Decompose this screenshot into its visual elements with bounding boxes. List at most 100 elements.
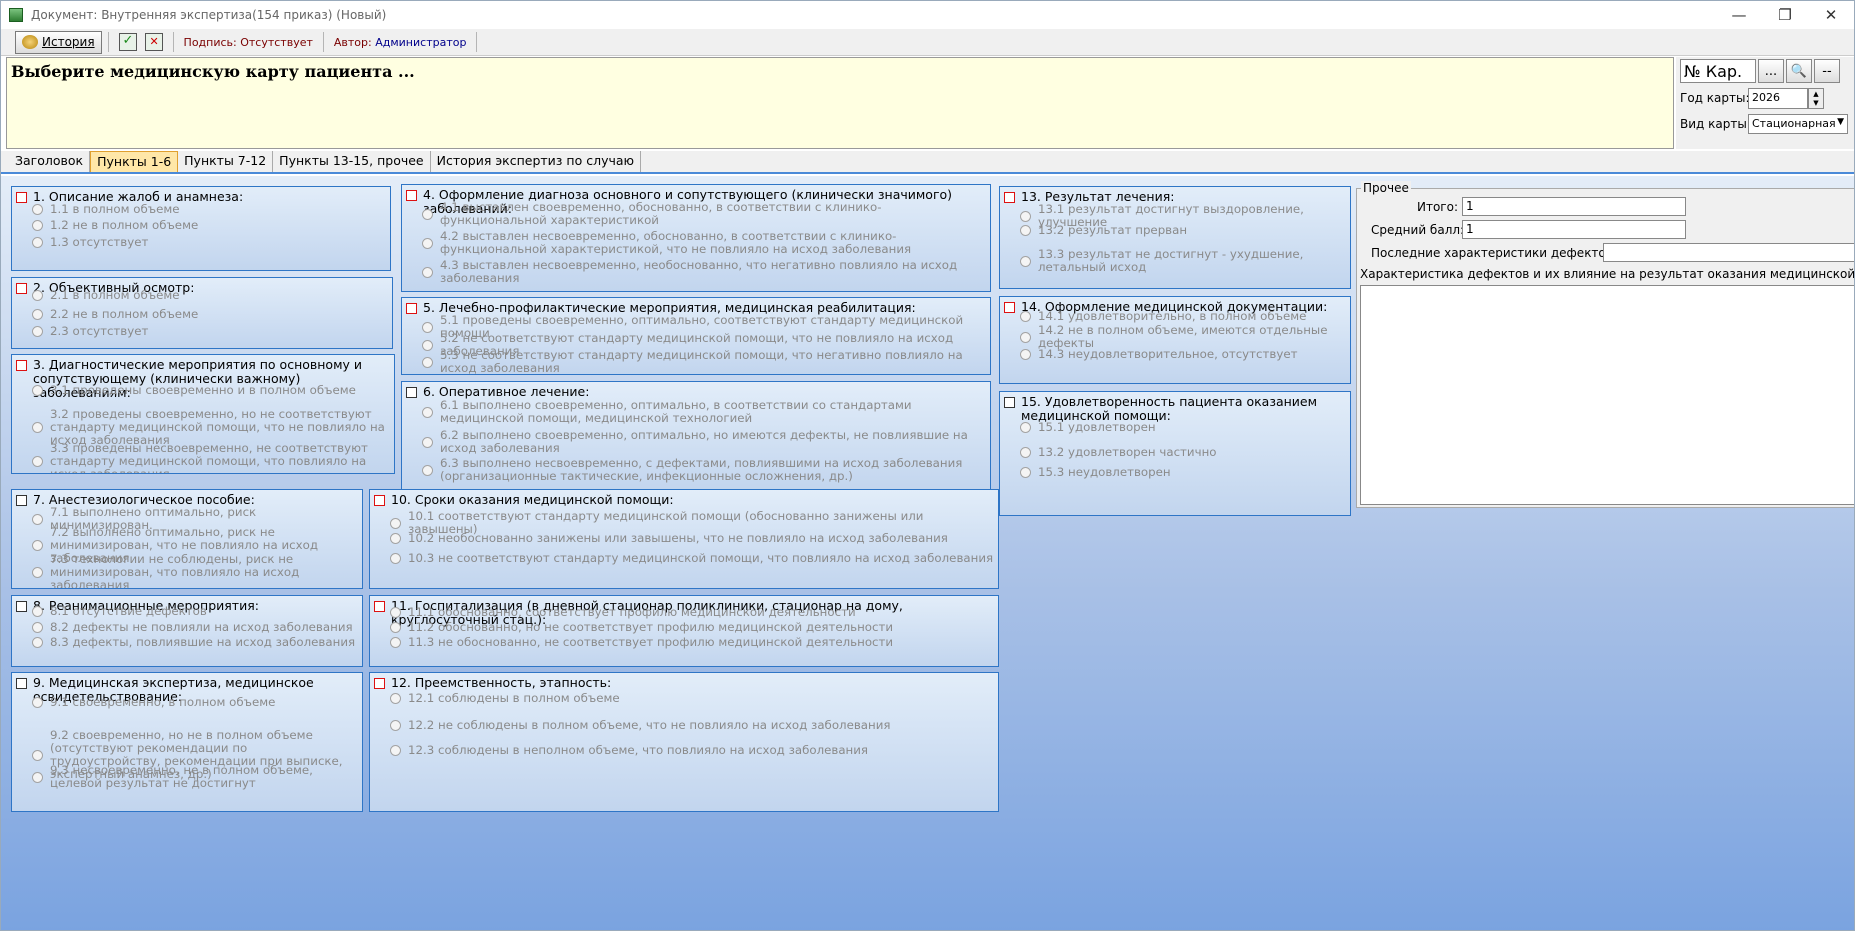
radio-button[interactable] xyxy=(32,622,43,633)
radio-button[interactable] xyxy=(32,456,43,467)
option-13-3[interactable]: 13.3 результат не достигнут - ухудшение,… xyxy=(1020,248,1346,274)
radio-button[interactable] xyxy=(390,637,401,648)
sign-document-icon[interactable] xyxy=(118,33,137,51)
criterion-title[interactable]: 12. Преемственность, этапность: xyxy=(374,676,994,690)
option-2-1[interactable]: 2.1 в полном объеме xyxy=(32,289,388,302)
radio-button[interactable] xyxy=(390,745,401,756)
radio-button[interactable] xyxy=(390,533,401,544)
option-9-1[interactable]: 9.1 своевременно, в полном объеме xyxy=(32,696,358,709)
radio-button[interactable] xyxy=(390,693,401,704)
spin-down-icon[interactable]: ▼ xyxy=(1813,99,1818,107)
last-defects-input[interactable] xyxy=(1603,243,1854,262)
criterion-checkbox[interactable] xyxy=(1004,302,1015,313)
total-input[interactable]: 1 xyxy=(1462,197,1686,216)
criterion-title[interactable]: 10. Сроки оказания медицинской помощи: xyxy=(374,493,994,507)
radio-button[interactable] xyxy=(1020,422,1031,433)
option-15-1[interactable]: 15.1 удовлетворен xyxy=(1020,421,1346,434)
radio-button[interactable] xyxy=(32,637,43,648)
radio-button[interactable] xyxy=(1020,331,1031,343)
option-1-3[interactable]: 1.3 отсутствует xyxy=(32,236,386,249)
option-10-3[interactable]: 10.3 не соответствуют стандарту медицинс… xyxy=(390,552,994,565)
criterion-checkbox[interactable] xyxy=(16,192,27,203)
radio-button[interactable] xyxy=(422,266,433,278)
radio-button[interactable] xyxy=(32,749,43,761)
option-12-2[interactable]: 12.2 не соблюдены в полном объеме, что н… xyxy=(390,719,994,732)
clear-card-button[interactable]: -- xyxy=(1814,59,1840,83)
option-9-3[interactable]: 9.3 несвоевременно, не в полном объеме, … xyxy=(32,764,358,790)
option-11-1[interactable]: 11.1 обоснованно, соответствует профилю … xyxy=(390,606,994,619)
criterion-checkbox[interactable] xyxy=(16,360,27,371)
radio-button[interactable] xyxy=(32,204,43,215)
criterion-checkbox[interactable] xyxy=(16,601,27,612)
option-8-2[interactable]: 8.2 дефекты не повлияли на исход заболев… xyxy=(32,621,358,634)
criterion-checkbox[interactable] xyxy=(406,190,417,201)
radio-button[interactable] xyxy=(32,606,43,617)
option-14-3[interactable]: 14.3 неудовлетворительное, отсутствует xyxy=(1020,348,1346,361)
option-1-2[interactable]: 1.2 не в полном объеме xyxy=(32,219,386,232)
maximize-button[interactable]: ❐ xyxy=(1762,1,1808,28)
option-2-3[interactable]: 2.3 отсутствует xyxy=(32,325,388,338)
option-6-1[interactable]: 6.1 выполнено своевременно, оптимально, … xyxy=(422,399,986,425)
tab-points-1-6[interactable]: Пункты 1-6 xyxy=(90,151,179,172)
radio-button[interactable] xyxy=(1020,447,1031,458)
radio-button[interactable] xyxy=(422,464,433,476)
option-15-3[interactable]: 15.3 неудовлетворен xyxy=(1020,466,1346,479)
radio-button[interactable] xyxy=(390,622,401,633)
card-kind-select[interactable]: Стационарная ▼ xyxy=(1748,114,1848,134)
radio-button[interactable] xyxy=(1020,225,1031,236)
option-1-1[interactable]: 1.1 в полном объеме xyxy=(32,203,386,216)
radio-button[interactable] xyxy=(422,321,433,333)
radio-button[interactable] xyxy=(32,422,43,433)
criterion-checkbox[interactable] xyxy=(1004,192,1015,203)
spin-up-icon[interactable]: ▲ xyxy=(1813,90,1818,98)
option-8-3[interactable]: 8.3 дефекты, повлиявшие на исход заболев… xyxy=(32,636,358,649)
radio-button[interactable] xyxy=(32,771,43,783)
radio-button[interactable] xyxy=(32,697,43,708)
radio-button[interactable] xyxy=(32,513,43,525)
radio-button[interactable] xyxy=(32,309,43,320)
search-card-button[interactable]: 🔍 xyxy=(1786,59,1812,83)
option-11-2[interactable]: 11.2 обоснованно, но не соответствует пр… xyxy=(390,621,994,634)
close-button[interactable]: ✕ xyxy=(1808,1,1854,28)
remove-signature-icon[interactable] xyxy=(144,33,163,51)
criterion-checkbox[interactable] xyxy=(1004,397,1015,408)
option-8-1[interactable]: 8.1 отсутствие дефектов xyxy=(32,605,358,618)
option-6-3[interactable]: 6.3 выполнено несвоевременно, с дефектам… xyxy=(422,457,986,483)
option-6-2[interactable]: 6.2 выполнено своевременно, оптимально, … xyxy=(422,429,986,455)
option-4-3[interactable]: 4.3 выставлен несвоевременно, необоснова… xyxy=(422,259,986,285)
radio-button[interactable] xyxy=(1020,210,1031,222)
criterion-checkbox[interactable] xyxy=(16,495,27,506)
radio-button[interactable] xyxy=(422,436,433,448)
radio-button[interactable] xyxy=(390,517,401,529)
radio-button[interactable] xyxy=(1020,311,1031,322)
criterion-title[interactable]: 6. Оперативное лечение: xyxy=(406,385,986,399)
year-spinner[interactable]: ▲ ▼ xyxy=(1808,88,1824,109)
option-2-2[interactable]: 2.2 не в полном объеме xyxy=(32,308,388,321)
option-3-1[interactable]: 3.1 проведены своевременно и в полном об… xyxy=(32,384,390,397)
defects-memo-textarea[interactable] xyxy=(1360,285,1854,505)
radio-button[interactable] xyxy=(32,540,43,551)
radio-button[interactable] xyxy=(390,720,401,731)
criterion-checkbox[interactable] xyxy=(374,678,385,689)
radio-button[interactable] xyxy=(422,208,433,220)
option-7-3[interactable]: 7.3 технологии не соблюдены, риск не мин… xyxy=(32,553,358,588)
radio-button[interactable] xyxy=(32,237,43,248)
browse-card-button[interactable]: ... xyxy=(1758,59,1784,83)
radio-button[interactable] xyxy=(422,406,433,418)
option-12-1[interactable]: 12.1 соблюдены в полном объеме xyxy=(390,692,994,705)
criterion-checkbox[interactable] xyxy=(374,601,385,612)
option-5-3[interactable]: 5.3 не соответствуют стандарту медицинск… xyxy=(422,349,986,374)
radio-button[interactable] xyxy=(32,290,43,301)
tab-expertise-history[interactable]: История экспертиз по случаю xyxy=(431,151,642,172)
option-4-2[interactable]: 4.2 выставлен несвоевременно, обоснованн… xyxy=(422,230,986,256)
radio-button[interactable] xyxy=(422,237,433,249)
criterion-title[interactable]: 15. Удовлетворенность пациента оказанием… xyxy=(1004,395,1346,423)
radio-button[interactable] xyxy=(390,607,401,618)
tab-points-13-15[interactable]: Пункты 13-15, прочее xyxy=(273,151,431,172)
radio-button[interactable] xyxy=(32,567,43,578)
option-10-2[interactable]: 10.2 необоснованно занижены или завышены… xyxy=(390,532,994,545)
radio-button[interactable] xyxy=(32,385,43,396)
radio-button[interactable] xyxy=(1020,467,1031,478)
year-input[interactable]: 2026 xyxy=(1748,88,1808,109)
criterion-checkbox[interactable] xyxy=(16,283,27,294)
